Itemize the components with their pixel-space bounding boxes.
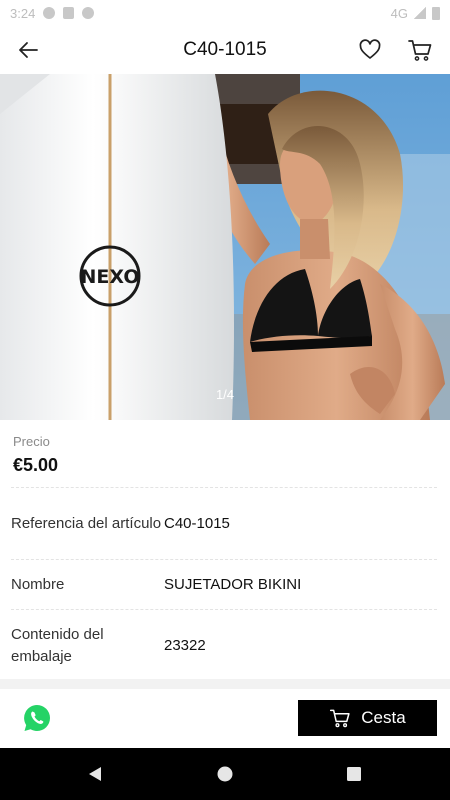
nav-home-button[interactable] (200, 748, 250, 800)
sync-icon (82, 7, 95, 19)
back-button[interactable] (6, 26, 50, 74)
notification-icon (43, 7, 56, 19)
detail-label: Contenido del embalaje (11, 625, 104, 665)
detail-label: Nombre (11, 575, 65, 593)
square-recents-icon (347, 767, 361, 781)
favorite-button[interactable] (348, 26, 392, 74)
detail-label: Referencia del artículo (11, 514, 162, 532)
cart-button[interactable] (398, 26, 442, 74)
logo-text: NEXO (80, 266, 139, 288)
detail-row-name: Nombre SUJETADOR BIKINI (11, 559, 437, 609)
bottom-action-bar: Cesta (0, 689, 450, 748)
price-label: Precio (13, 434, 50, 449)
heart-icon (359, 39, 381, 59)
add-to-basket-button[interactable]: Cesta (298, 700, 437, 736)
basket-label: Cesta (361, 708, 406, 727)
product-details: Referencia del artículo C40-1015 Nombre … (11, 487, 437, 681)
circle-home-icon (217, 766, 233, 782)
nav-back-button[interactable] (70, 748, 120, 800)
detail-row-package-content: Contenido del embalaje 23322 (11, 609, 437, 681)
detail-value: 23322 (164, 637, 206, 654)
whatsapp-icon (24, 705, 50, 731)
product-image-gallery[interactable]: NEXO 1/4 (0, 74, 450, 420)
detail-row-reference: Referencia del artículo C40-1015 (11, 487, 437, 559)
signal-icon (414, 7, 426, 19)
product-photo: NEXO (0, 74, 450, 420)
network-type: 4G (390, 5, 408, 21)
system-nav-bar (0, 748, 450, 800)
detail-value: SUJETADOR BIKINI (164, 576, 302, 593)
status-time: 3:24 (10, 5, 36, 21)
cart-icon (330, 709, 350, 728)
status-right: 4G (391, 6, 440, 21)
section-divider (0, 679, 450, 689)
status-left: 3:24 (10, 5, 95, 21)
page-indicator: 1/4 (215, 387, 235, 402)
arrow-left-icon (19, 42, 38, 58)
price-section: Precio €5.00 (0, 420, 450, 476)
whatsapp-button[interactable] (22, 703, 52, 733)
triangle-back-icon (89, 767, 101, 781)
price-value: €5.00 (13, 455, 59, 475)
sim-icon (63, 7, 75, 19)
cart-icon (408, 40, 432, 61)
detail-value: C40-1015 (164, 515, 230, 532)
nav-recents-button[interactable] (329, 748, 379, 800)
battery-icon (432, 6, 440, 20)
status-bar: 3:24 4G (0, 0, 450, 26)
app-header: C40-1015 (0, 26, 450, 74)
